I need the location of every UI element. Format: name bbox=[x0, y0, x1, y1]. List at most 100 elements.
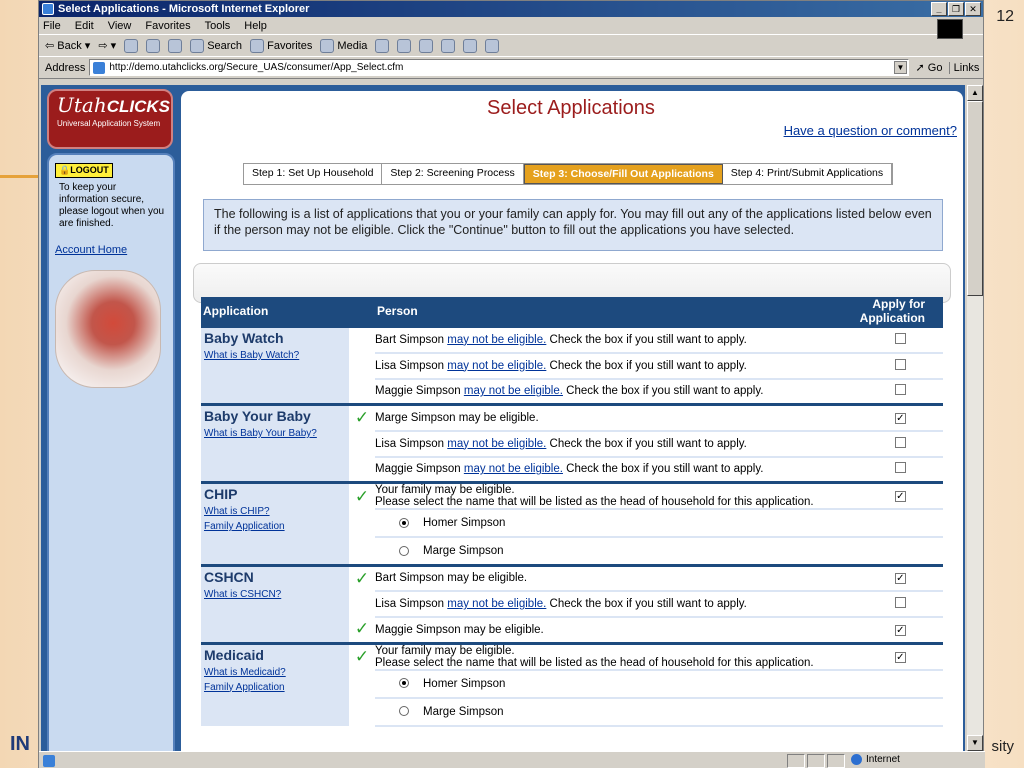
title-bar: Select Applications - Microsoft Internet… bbox=[39, 1, 983, 17]
step-navigation: Step 1: Set Up Household Step 2: Screeni… bbox=[243, 163, 894, 185]
apply-checkbox[interactable] bbox=[894, 436, 906, 448]
person-name: Lisa Simpson bbox=[375, 437, 445, 450]
forward-button[interactable]: ⇨ ▾ bbox=[98, 39, 116, 52]
scroll-down-icon[interactable]: ▼ bbox=[967, 735, 983, 751]
application-name: Baby Your Baby bbox=[204, 408, 311, 424]
window-title: Select Applications - Microsoft Internet… bbox=[58, 3, 310, 15]
account-home-link[interactable]: Account Home bbox=[55, 244, 167, 256]
address-input[interactable]: http://demo.utahclicks.org/Secure_UAS/co… bbox=[89, 59, 909, 76]
may-not-be-eligible-link[interactable]: may not be eligible. bbox=[464, 385, 563, 397]
what-is-link[interactable]: What is Medicaid? bbox=[204, 667, 346, 678]
may-not-be-eligible-link[interactable]: may not be eligible. bbox=[447, 360, 546, 372]
logout-label: LOGOUT bbox=[70, 165, 109, 175]
menu-file[interactable]: File bbox=[43, 20, 61, 32]
check-box-hint: Check the box if you still want to apply… bbox=[549, 437, 747, 450]
no-check-placeholder bbox=[349, 325, 375, 353]
minimize-button[interactable]: _ bbox=[931, 2, 947, 16]
head-of-household-option[interactable]: Marge Simpson bbox=[375, 537, 858, 566]
person-name: Lisa Simpson bbox=[375, 359, 445, 372]
radio-button[interactable] bbox=[399, 517, 409, 528]
browser-window: Select Applications - Microsoft Internet… bbox=[38, 0, 985, 768]
apply-checkbox[interactable]: ✓ bbox=[894, 412, 906, 424]
person-eligibility: Marge Simpson may be eligible. bbox=[375, 403, 858, 432]
status-cell bbox=[827, 754, 845, 768]
what-is-link[interactable]: What is CHIP? bbox=[204, 506, 346, 517]
radio-label: Homer Simpson bbox=[423, 677, 506, 690]
apply-checkbox[interactable] bbox=[894, 332, 906, 344]
head-of-household-option[interactable]: Homer Simpson bbox=[375, 669, 858, 699]
favorites-button[interactable]: Favorites bbox=[250, 38, 312, 53]
person-eligibility: Maggie Simpson may not be eligible. Chec… bbox=[375, 456, 858, 484]
question-link[interactable]: Have a question or comment? bbox=[784, 123, 957, 138]
history-icon[interactable] bbox=[375, 38, 390, 53]
close-button[interactable]: ✕ bbox=[965, 2, 981, 16]
menu-tools[interactable]: Tools bbox=[205, 20, 231, 32]
may-not-be-eligible-link[interactable]: may not be eligible. bbox=[447, 334, 546, 346]
stop-icon[interactable] bbox=[124, 38, 139, 53]
apply-checkbox[interactable] bbox=[894, 462, 906, 474]
refresh-icon[interactable] bbox=[146, 38, 161, 53]
go-button[interactable]: ➚ Go bbox=[909, 61, 949, 74]
scroll-up-icon[interactable]: ▲ bbox=[967, 85, 983, 101]
may-not-be-eligible-link[interactable]: may not be eligible. bbox=[447, 438, 546, 450]
edit-icon[interactable] bbox=[441, 38, 456, 53]
eligibility-text: Maggie Simpson may be eligible. bbox=[375, 623, 544, 636]
apply-checkbox[interactable]: ✓ bbox=[894, 624, 906, 636]
menu-edit[interactable]: Edit bbox=[75, 20, 94, 32]
step-3[interactable]: Step 3: Choose/Fill Out Applications bbox=[523, 164, 723, 184]
step-2[interactable]: Step 2: Screening Process bbox=[382, 164, 524, 184]
head-of-household-option[interactable]: Marge Simpson bbox=[375, 697, 858, 727]
apply-checkbox[interactable]: ✓ bbox=[894, 573, 906, 585]
apply-checkbox[interactable]: ✓ bbox=[894, 491, 906, 502]
scroll-thumb[interactable] bbox=[967, 101, 983, 296]
check-box-hint: Check the box if you still want to apply… bbox=[549, 359, 747, 372]
step-4[interactable]: Step 4: Print/Submit Applications bbox=[722, 164, 893, 184]
apply-checkbox[interactable] bbox=[894, 384, 906, 396]
home-icon[interactable] bbox=[168, 38, 183, 53]
may-not-be-eligible-link[interactable]: may not be eligible. bbox=[464, 463, 563, 475]
restore-button[interactable]: ❐ bbox=[948, 2, 964, 16]
radio-button[interactable] bbox=[399, 678, 409, 689]
step-1[interactable]: Step 1: Set Up Household bbox=[244, 164, 383, 184]
go-label: Go bbox=[927, 62, 943, 74]
logout-note: To keep your information secure, please … bbox=[59, 182, 165, 229]
print-icon[interactable] bbox=[419, 38, 434, 53]
address-dropdown-icon[interactable]: ▼ bbox=[894, 61, 907, 74]
logout-button[interactable]: 🔒LOGOUT bbox=[55, 163, 113, 178]
application-name: Baby Watch bbox=[204, 330, 284, 346]
menu-favorites[interactable]: Favorites bbox=[145, 20, 190, 32]
check-box-hint: Check the box if you still want to apply… bbox=[566, 385, 764, 398]
menu-bar: File Edit View Favorites Tools Help bbox=[39, 17, 983, 39]
search-button[interactable]: Search bbox=[190, 38, 242, 53]
what-is-link[interactable]: What is CSHCN? bbox=[204, 589, 346, 600]
links-button[interactable]: Links bbox=[949, 61, 983, 74]
application-table: Application Person Apply for Application… bbox=[201, 297, 943, 727]
apply-checkbox[interactable] bbox=[894, 597, 906, 608]
what-is-link[interactable]: What is Baby Your Baby? bbox=[204, 428, 346, 439]
menu-help[interactable]: Help bbox=[244, 20, 267, 32]
sidebar: 🔒LOGOUT To keep your information secure,… bbox=[47, 153, 175, 751]
address-label: Address bbox=[45, 61, 86, 74]
mail-icon[interactable] bbox=[397, 38, 412, 53]
address-bar: Address http://demo.utahclicks.org/Secur… bbox=[39, 57, 983, 79]
family-application-link[interactable]: Family Application bbox=[204, 682, 346, 693]
apply-checkbox[interactable]: ✓ bbox=[894, 651, 906, 663]
apply-checkbox[interactable] bbox=[894, 358, 906, 370]
discuss-icon[interactable] bbox=[463, 38, 478, 53]
may-not-be-eligible-link[interactable]: may not be eligible. bbox=[447, 598, 546, 610]
radio-button[interactable] bbox=[399, 545, 409, 556]
family-application-link[interactable]: Family Application bbox=[204, 521, 346, 532]
messenger-icon[interactable] bbox=[485, 38, 500, 53]
menu-view[interactable]: View bbox=[108, 20, 132, 32]
media-label: Media bbox=[337, 39, 368, 52]
utahclicks-logo[interactable]: UtahCLICKS Universal Application System bbox=[47, 89, 173, 149]
slide-right-text: sity bbox=[991, 738, 1015, 755]
check-box-hint: Check the box if you still want to apply… bbox=[549, 598, 747, 610]
head-of-household-option[interactable]: Homer Simpson bbox=[375, 509, 858, 538]
radio-button[interactable] bbox=[399, 706, 409, 717]
back-button[interactable]: ⇦ Back ▾ bbox=[45, 39, 90, 52]
media-button[interactable]: Media bbox=[320, 38, 368, 53]
vertical-scrollbar[interactable]: ▲ ▼ bbox=[967, 85, 983, 751]
what-is-link[interactable]: What is Baby Watch? bbox=[204, 350, 346, 361]
page-viewport: UtahCLICKS Universal Application System … bbox=[41, 85, 965, 751]
